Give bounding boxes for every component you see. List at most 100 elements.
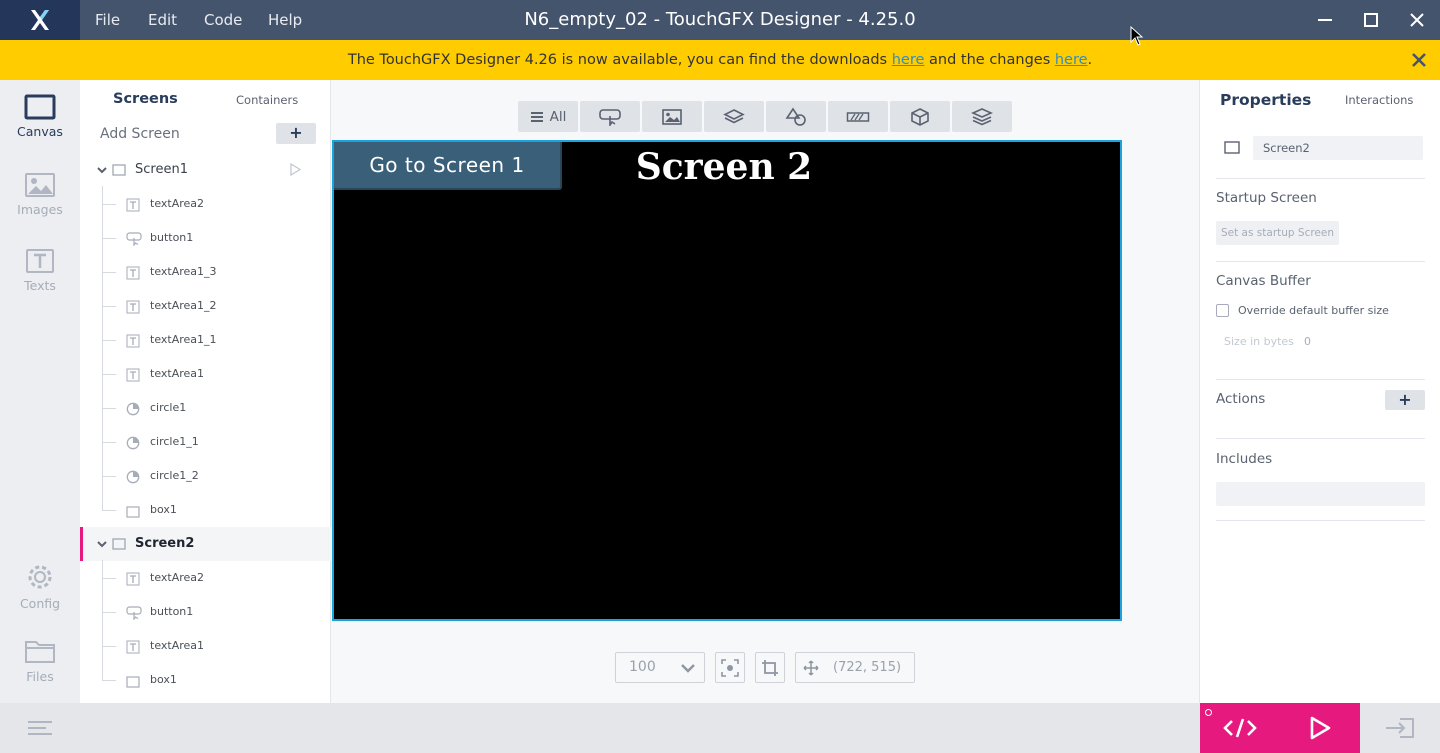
- tree-branch-line: [102, 680, 116, 681]
- tree-branch-line: [102, 408, 116, 409]
- status-bar: [0, 703, 1440, 753]
- move-icon: [803, 660, 819, 676]
- set-startup-button[interactable]: Set as startup Screen: [1216, 221, 1339, 245]
- add-screen-button[interactable]: +: [276, 123, 316, 144]
- tree-widget-row[interactable]: box1: [80, 663, 331, 697]
- tree-widget-name: circle1_1: [150, 435, 199, 448]
- maximize-button[interactable]: [1348, 0, 1394, 40]
- touchgfx-logo-icon[interactable]: [0, 0, 80, 40]
- rail-texts[interactable]: Texts: [0, 248, 80, 320]
- tree-widget-row[interactable]: button1: [80, 595, 331, 629]
- log-toggle-button[interactable]: [0, 703, 80, 753]
- filter-progress[interactable]: [828, 101, 888, 132]
- size-in-bytes-value[interactable]: 0: [1304, 335, 1311, 348]
- screen-name-value: Screen2: [1263, 141, 1310, 155]
- tree-widget-row[interactable]: textArea2: [80, 187, 331, 221]
- crop-button[interactable]: [755, 652, 785, 683]
- tree-branch-line: [102, 510, 116, 511]
- tree-widget-row[interactable]: textArea1_3: [80, 255, 331, 289]
- divider: [1216, 379, 1425, 380]
- tree-widget-row[interactable]: textArea1_2: [80, 289, 331, 323]
- banner-text-part: The TouchGFX Designer 4.26 is now availa…: [347, 52, 892, 68]
- button-widget-icon: [599, 108, 621, 126]
- tree-widget-row[interactable]: textArea1: [80, 357, 331, 391]
- rail-label: Texts: [24, 278, 56, 293]
- includes-input[interactable]: [1216, 482, 1425, 506]
- rail-images[interactable]: Images: [0, 172, 80, 244]
- tree-widget-row[interactable]: textArea2: [80, 561, 331, 595]
- cube-icon: [911, 107, 929, 126]
- tree-branch-line: [102, 204, 116, 205]
- tab-properties[interactable]: Properties: [1220, 91, 1311, 109]
- image-widget-icon: [662, 108, 682, 125]
- circle-icon: [126, 435, 140, 450]
- banner-close-button[interactable]: [1406, 48, 1432, 72]
- filter-images[interactable]: [642, 101, 702, 132]
- banner-text-part: and the changes: [924, 52, 1055, 68]
- screen-name-input[interactable]: Screen2: [1253, 136, 1423, 160]
- override-buffer-checkbox[interactable]: [1216, 304, 1229, 317]
- crop-icon: [762, 659, 778, 676]
- tree-widget-row[interactable]: circle1: [80, 391, 331, 425]
- downloads-link[interactable]: here: [892, 52, 925, 68]
- generate-code-button[interactable]: [1200, 703, 1280, 753]
- tree-screen2-row[interactable]: Screen2: [80, 527, 331, 561]
- sign-in-icon: [1386, 718, 1414, 738]
- tree-widget-row[interactable]: button1: [80, 221, 331, 255]
- tree-widget-row[interactable]: circle1_2: [80, 459, 331, 493]
- run-target-button[interactable]: [1360, 703, 1440, 753]
- filter-stack[interactable]: [952, 101, 1012, 132]
- minimize-button[interactable]: [1302, 0, 1348, 40]
- changes-link[interactable]: here: [1055, 52, 1088, 68]
- tree-branch-line: [102, 374, 116, 375]
- close-window-button[interactable]: [1394, 0, 1440, 40]
- close-icon: [1412, 53, 1426, 67]
- tree-widget-row[interactable]: box1: [80, 493, 331, 527]
- screen-preview[interactable]: Go to Screen 1 Screen 2: [332, 140, 1122, 621]
- filter-shapes[interactable]: [766, 101, 826, 132]
- mouse-cursor-icon: [1130, 26, 1144, 46]
- text-icon: [126, 571, 140, 586]
- tab-containers[interactable]: Containers: [236, 93, 298, 107]
- title-bar: File Edit Code Help N6_empty_02 - TouchG…: [0, 0, 1440, 40]
- screen-title-text[interactable]: Screen 2: [614, 146, 834, 188]
- size-in-bytes-label: Size in bytes: [1224, 335, 1294, 348]
- texts-icon: [26, 249, 54, 273]
- goto-screen1-button[interactable]: Go to Screen 1: [334, 142, 562, 190]
- tree-screen1-row[interactable]: Screen1: [80, 153, 331, 187]
- filter-all-button[interactable]: All: [518, 101, 578, 132]
- chevron-down-icon[interactable]: [96, 538, 108, 550]
- tree-widget-row[interactable]: textArea1: [80, 629, 331, 663]
- tab-interactions[interactable]: Interactions: [1345, 93, 1413, 107]
- rail-canvas[interactable]: Canvas: [0, 94, 80, 166]
- run-simulator-button[interactable]: [1280, 703, 1360, 753]
- chevron-down-icon[interactable]: [96, 164, 108, 176]
- text-icon: [126, 299, 140, 314]
- menu-code[interactable]: Code: [204, 0, 242, 40]
- divider: [1216, 261, 1425, 262]
- canvas-buffer-title: Canvas Buffer: [1216, 273, 1311, 289]
- rail-files[interactable]: Files: [0, 637, 80, 709]
- zoom-select[interactable]: 100: [615, 652, 705, 683]
- actions-title: Actions: [1216, 391, 1266, 407]
- images-icon: [25, 173, 55, 197]
- tab-screens[interactable]: Screens: [113, 91, 178, 107]
- tree-widget-row[interactable]: textArea1_1: [80, 323, 331, 357]
- menu-edit[interactable]: Edit: [148, 0, 177, 40]
- filter-3d[interactable]: [890, 101, 950, 132]
- play-icon[interactable]: [289, 163, 301, 176]
- menu-help[interactable]: Help: [268, 0, 302, 40]
- add-action-button[interactable]: +: [1385, 390, 1425, 410]
- tree-branch-line: [102, 340, 116, 341]
- tree-widget-row[interactable]: circle1_1: [80, 425, 331, 459]
- screen-icon: [1224, 141, 1240, 154]
- startup-screen-title: Startup Screen: [1216, 190, 1317, 206]
- filter-buttons[interactable]: [580, 101, 640, 132]
- cursor-coordinates: (722, 515): [795, 652, 915, 683]
- menu-file[interactable]: File: [95, 0, 120, 40]
- chevron-down-icon: [681, 664, 695, 673]
- rail-config[interactable]: Config: [0, 562, 80, 634]
- fit-screen-button[interactable]: [715, 652, 745, 683]
- banner-message: The TouchGFX Designer 4.26 is now availa…: [0, 40, 1440, 80]
- filter-containers[interactable]: [704, 101, 764, 132]
